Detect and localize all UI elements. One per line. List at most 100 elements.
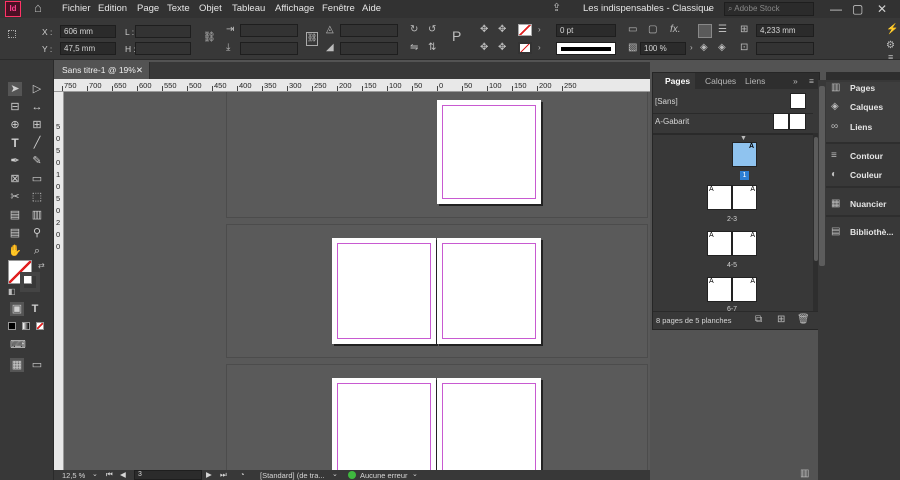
gap-tool-icon[interactable]: ↔ bbox=[30, 100, 44, 114]
effects-icon[interactable]: fx. bbox=[670, 24, 681, 36]
close-window-icon[interactable]: ✕ bbox=[877, 2, 887, 16]
width-field[interactable] bbox=[135, 25, 191, 38]
normal-view-icon[interactable]: ▦ bbox=[10, 358, 24, 372]
pen-tool-icon[interactable]: ✒ bbox=[8, 154, 22, 168]
select-prev-icon[interactable]: ✥ bbox=[480, 42, 488, 54]
gutter-field[interactable]: 4,233 mm bbox=[756, 24, 814, 37]
free-transform-tool-icon[interactable]: ⬚ bbox=[30, 190, 44, 204]
canvas-vertical-scrollbar[interactable] bbox=[818, 80, 826, 480]
spread-2-right-thumb[interactable]: A bbox=[732, 185, 757, 210]
quick-apply-icon[interactable]: ⚡ bbox=[886, 24, 898, 36]
rectangle-frame-tool-icon[interactable]: ⊠ bbox=[8, 172, 22, 186]
document-tab[interactable]: Sans titre-1 @ 19% ✕ bbox=[54, 62, 150, 79]
rotate-field[interactable] bbox=[340, 24, 398, 37]
zoom-level[interactable]: 12,5 % bbox=[62, 471, 85, 480]
align-left-icon[interactable] bbox=[698, 24, 712, 38]
zoom-tool-icon[interactable]: ⌕ bbox=[30, 244, 44, 258]
autofit-field[interactable] bbox=[756, 42, 814, 55]
reference-point-icon[interactable] bbox=[8, 30, 16, 38]
apply-none-icon[interactable] bbox=[36, 322, 44, 330]
page-5[interactable] bbox=[437, 378, 541, 470]
zoom-dropdown-icon[interactable]: ⌄ bbox=[92, 470, 98, 478]
panel-collapse-icon[interactable]: » bbox=[793, 76, 798, 86]
fill-swatch[interactable] bbox=[518, 24, 532, 36]
new-page-icon[interactable]: ⊞ bbox=[777, 314, 785, 326]
content-placer-icon[interactable]: ⊞ bbox=[30, 118, 44, 132]
close-tab-icon[interactable]: ✕ bbox=[136, 62, 143, 79]
master-none-thumb[interactable] bbox=[790, 93, 806, 109]
page-2[interactable] bbox=[332, 238, 436, 344]
pages-icon[interactable]: ▥ bbox=[831, 82, 840, 94]
dock-calques[interactable]: Calques bbox=[850, 102, 883, 112]
fill-frame-icon[interactable]: ◈ bbox=[700, 42, 708, 54]
opacity-icon[interactable]: ▧ bbox=[628, 42, 637, 54]
align-center-icon[interactable]: ☰ bbox=[718, 24, 727, 36]
dock-pages[interactable]: Pages bbox=[850, 83, 875, 93]
links-icon[interactable]: ∞ bbox=[831, 121, 838, 133]
last-page-icon[interactable]: ⏭ bbox=[220, 470, 227, 480]
y-field[interactable]: 47,5 mm bbox=[60, 42, 116, 55]
screen-mode-icon[interactable]: ⌨ bbox=[10, 338, 26, 352]
column-gutter-icon[interactable]: ⊞ bbox=[740, 24, 748, 36]
pencil-tool-icon[interactable]: ✎ bbox=[30, 154, 44, 168]
spread-2-left-thumb[interactable]: A bbox=[707, 185, 732, 210]
opacity-field[interactable]: 100 % bbox=[640, 42, 686, 55]
home-icon[interactable]: ⌂ bbox=[34, 1, 42, 14]
menu-edition[interactable]: Edition bbox=[98, 3, 127, 14]
first-page-icon[interactable]: ⏮ bbox=[106, 470, 113, 480]
fit-content-icon[interactable]: ◈ bbox=[718, 42, 726, 54]
menu-fenetre[interactable]: Fenêtre bbox=[322, 3, 355, 14]
content-collector-icon[interactable]: ⊕ bbox=[8, 118, 22, 132]
style-readout[interactable]: [Standard] (de tra... bbox=[260, 471, 325, 480]
stroke-type-select[interactable] bbox=[556, 42, 616, 55]
eyedropper-tool-icon[interactable]: ⚲ bbox=[30, 226, 44, 240]
menu-aide[interactable]: Aide bbox=[362, 3, 381, 14]
direct-selection-tool-icon[interactable]: ▷ bbox=[30, 82, 44, 96]
spread-3-left-thumb[interactable]: A bbox=[707, 231, 732, 256]
spread-4-right-thumb[interactable]: A bbox=[732, 277, 757, 302]
select-container-icon[interactable]: ✥ bbox=[480, 24, 488, 36]
scale-x-field[interactable] bbox=[240, 24, 298, 37]
scale-x-icon[interactable]: ⇥ bbox=[226, 24, 234, 36]
page-number-field[interactable]: 3 bbox=[134, 470, 202, 480]
formatting-container-icon[interactable]: ▣ bbox=[10, 302, 24, 316]
master-a-right-thumb[interactable] bbox=[789, 113, 806, 130]
default-colors-icon[interactable]: ◧ bbox=[8, 286, 16, 298]
master-none-label[interactable]: [Sans] bbox=[655, 97, 678, 106]
link-proportions-icon[interactable]: ⛓ bbox=[203, 32, 216, 44]
minimize-icon[interactable]: — bbox=[830, 2, 842, 16]
edit-page-size-icon[interactable]: ⧉ bbox=[755, 314, 762, 326]
swatches-icon[interactable]: ▦ bbox=[831, 198, 840, 210]
spread-4-left-thumb[interactable]: A bbox=[707, 277, 732, 302]
menu-texte[interactable]: Texte bbox=[167, 3, 190, 14]
spread-3-right-thumb[interactable]: A bbox=[732, 231, 757, 256]
gradient-tool-icon[interactable]: ▤ bbox=[8, 208, 22, 222]
page-1[interactable] bbox=[437, 100, 541, 204]
shear-icon[interactable]: ◢ bbox=[326, 42, 334, 54]
maximize-icon[interactable]: ▢ bbox=[852, 2, 863, 16]
dock-contour[interactable]: Contour bbox=[850, 151, 883, 161]
panel-menu-icon[interactable]: ≡ bbox=[809, 76, 814, 86]
stroke-dropdown-icon[interactable]: › bbox=[538, 42, 541, 54]
select-next-icon[interactable]: ✥ bbox=[498, 42, 506, 54]
color-icon[interactable]: ◐ bbox=[831, 169, 837, 181]
frame-icon[interactable]: ▢ bbox=[648, 24, 657, 36]
selection-tool-icon[interactable]: ➤ bbox=[8, 82, 22, 96]
type-tool-icon[interactable]: T bbox=[8, 136, 22, 150]
height-field[interactable] bbox=[135, 42, 191, 55]
dock-nuancier[interactable]: Nuancier bbox=[850, 199, 886, 209]
library-icon[interactable]: ▤ bbox=[831, 226, 840, 238]
autofit-icon[interactable]: ⊡ bbox=[740, 42, 748, 54]
shear-field[interactable] bbox=[340, 42, 398, 55]
menu-affichage[interactable]: Affichage bbox=[275, 3, 314, 14]
stroke-swatch[interactable] bbox=[518, 42, 532, 54]
x-field[interactable]: 606 mm bbox=[60, 25, 116, 38]
tab-calques[interactable]: Calques bbox=[705, 76, 736, 86]
rotate-ccw-icon[interactable]: ↺ bbox=[428, 24, 436, 36]
stroke-weight-field[interactable]: 0 pt bbox=[556, 24, 616, 37]
delete-page-icon[interactable]: 🗑 bbox=[797, 314, 810, 326]
layers-icon[interactable]: ◈ bbox=[831, 101, 839, 113]
open-page-icon[interactable]: ◔ bbox=[240, 470, 245, 479]
path-icon[interactable]: P bbox=[452, 29, 461, 43]
gradient-feather-icon[interactable]: ▥ bbox=[30, 208, 44, 222]
